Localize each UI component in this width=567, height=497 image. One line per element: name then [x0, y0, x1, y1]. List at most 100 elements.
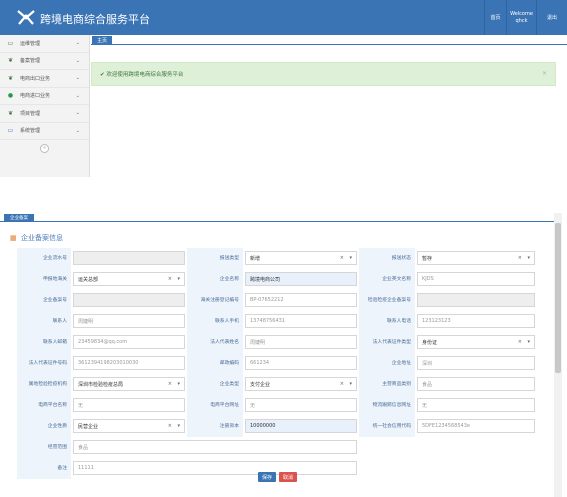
- filing-no-input[interactable]: [73, 293, 185, 307]
- credit-code-input[interactable]: 5DFE1234568543e: [417, 419, 535, 433]
- field-label: 企业性质: [17, 416, 71, 437]
- clear-icon[interactable]: ×: [340, 381, 344, 387]
- sidebar-item-label: 系统管理: [20, 128, 41, 135]
- clear-icon[interactable]: ×: [518, 255, 522, 261]
- sidebar-item-import[interactable]: ● 电商进口业务 ⌄: [0, 88, 89, 105]
- grid-icon: ▦: [10, 233, 17, 242]
- form-row: 企业流水号 报送类型 新增 × ▾ 报送状态 暂存 × ▾: [17, 248, 548, 269]
- legal-rep-name-input[interactable]: 周婕明: [245, 335, 357, 349]
- id-type-select[interactable]: 身份证 × ▾: [417, 335, 535, 349]
- tab-home[interactable]: 主页: [92, 36, 112, 45]
- contact-mobile-input[interactable]: 13748756431: [245, 314, 357, 328]
- platform-url-input[interactable]: 无: [245, 398, 357, 412]
- form-row: 经营范围 食品: [17, 437, 548, 458]
- sidebar-item-label: 电商进口业务: [20, 93, 51, 100]
- logout-label: 退出: [546, 15, 557, 21]
- chevron-down-icon: ▾: [177, 276, 180, 282]
- chevron-down-icon: ▾: [349, 381, 352, 387]
- customs-select[interactable]: 运关总部 × ▾: [73, 272, 185, 286]
- sidebar-item-system[interactable]: ▭ 系统管理 ⌄: [0, 123, 89, 140]
- select-value: 支付企业: [250, 381, 271, 388]
- logo-icon: [17, 10, 35, 25]
- tab-bar: 主页: [91, 35, 567, 45]
- form-row: 属地检验检疫机构 深圳市检验检疫总局 × ▾ 企业类型 支付企业 × ▾ 主营商品类…: [17, 374, 548, 395]
- field-label: 联系人邮箱: [17, 332, 71, 353]
- logout-button[interactable]: 退出: [536, 0, 567, 35]
- form-row: 企业备案号 海关注册登记编号 BP-07652212 检验检疫企业备案号: [17, 290, 548, 311]
- clear-icon[interactable]: ×: [340, 255, 344, 261]
- business-scope-input[interactable]: 食品: [73, 440, 357, 454]
- clear-icon[interactable]: ×: [168, 276, 172, 282]
- inspection-agency-select[interactable]: 深圳市检验检疫总局 × ▾: [73, 377, 185, 391]
- field-label: 法人代表证件类型: [359, 332, 415, 353]
- report-status-select[interactable]: 暂存 × ▾: [417, 251, 535, 265]
- clear-icon[interactable]: ×: [168, 423, 172, 429]
- company-type-select[interactable]: 支付企业 × ▾: [245, 377, 357, 391]
- platform-name-input[interactable]: 无: [73, 398, 185, 412]
- circle-icon: ●: [7, 92, 14, 100]
- logistics-url-input[interactable]: 无: [417, 398, 535, 412]
- home-button[interactable]: 首页: [484, 0, 506, 35]
- clear-icon[interactable]: ×: [518, 339, 522, 345]
- app-title: 跨境电商综合服务平台: [40, 13, 150, 26]
- field-label: 物流跟踪信息网址: [359, 395, 415, 416]
- select-value: 运关总部: [78, 276, 99, 283]
- company-address-input[interactable]: 深圳: [417, 356, 535, 370]
- customs-registration-input[interactable]: BP-07652212: [245, 293, 357, 307]
- form-row: 企业性质 民营企业 × ▾ 注册资本 10000000 统一社会信用代码 5DFE…: [17, 416, 548, 437]
- close-icon[interactable]: ×: [542, 70, 547, 77]
- inspection-filing-no-input[interactable]: [417, 293, 535, 307]
- field-label: 属地检验检疫机构: [17, 374, 71, 395]
- field-label: 统一社会信用代码: [359, 416, 415, 437]
- registered-capital-input[interactable]: 10000000: [245, 419, 357, 433]
- report-type-select[interactable]: 新增 × ▾: [245, 251, 357, 265]
- section-title: ▦ 企业备案信息: [10, 233, 63, 243]
- field-label: 电商平台网址: [187, 395, 243, 416]
- select-value: 身份证: [422, 339, 438, 346]
- double-chevron-left-icon: «: [40, 143, 49, 153]
- leaf-icon: ❦: [7, 74, 14, 82]
- monitor-icon: ▭: [7, 39, 14, 47]
- contact-phone-input[interactable]: 123123123: [417, 314, 535, 328]
- sidebar-item-label: 项目管理: [20, 110, 41, 117]
- save-button[interactable]: 保存: [258, 472, 277, 482]
- serial-no-input[interactable]: [73, 251, 185, 265]
- sidebar-item-filing[interactable]: ❦ 备案管理 ⌄: [0, 53, 89, 70]
- cancel-button[interactable]: 取消: [279, 472, 298, 482]
- select-value: 新增: [250, 255, 261, 262]
- tab-enterprise-filing[interactable]: 企业备案: [4, 214, 34, 221]
- sidebar-collapse-button[interactable]: «: [38, 143, 52, 153]
- sidebar-item-ops[interactable]: ▭ 运维管理 ⌄: [0, 35, 89, 53]
- clear-icon[interactable]: ×: [168, 381, 172, 387]
- remarks-input[interactable]: 11111: [73, 461, 357, 475]
- id-number-input[interactable]: 36123941982030100​30: [73, 356, 185, 370]
- field-label: 企业流水号: [17, 248, 71, 269]
- field-label: 企业名称: [187, 269, 243, 290]
- monitor-icon: ▭: [7, 127, 14, 135]
- company-nature-select[interactable]: 民营企业 × ▾: [73, 419, 185, 433]
- divider: [0, 221, 556, 222]
- contact-name-input[interactable]: 周婕明: [73, 314, 185, 328]
- chevron-down-icon: ⌄: [75, 110, 80, 116]
- field-label: 报送状态: [359, 248, 415, 269]
- form-row: 申报地海关 运关总部 × ▾ 企业名称 跨境电商公司 企业英文名称 KJDS: [17, 269, 548, 290]
- scrollbar-thumb[interactable]: [555, 223, 561, 373]
- chevron-down-icon: ▾: [177, 381, 180, 387]
- chevron-down-icon: ▾: [349, 255, 352, 261]
- chevron-down-icon: ⌄: [75, 92, 80, 99]
- field-label: 备注: [17, 458, 71, 479]
- sidebar-item-project[interactable]: ❦ 项目管理 ⌄: [0, 105, 89, 123]
- top-header: 跨境电商综合服务平台 首页 Welcome qhck 退出: [0, 0, 567, 35]
- welcome-label: Welcome: [510, 10, 533, 17]
- field-label: 企业备案号: [17, 290, 71, 311]
- company-english-name-input[interactable]: KJDS: [417, 272, 535, 286]
- sidebar-item-export[interactable]: ❦ 电商出口业务 ⌄: [0, 70, 89, 88]
- postal-code-input[interactable]: 661234: [245, 356, 357, 370]
- field-label: 企业地址: [359, 353, 415, 374]
- user-menu[interactable]: Welcome qhck: [506, 0, 536, 35]
- company-name-input[interactable]: 跨境电商公司: [245, 272, 357, 286]
- welcome-message: ✔ 欢迎使用跨境电商综合服务平台: [100, 72, 184, 78]
- main-goods-category-input[interactable]: 食品: [417, 377, 535, 391]
- field-label: 电商平台名称: [17, 395, 71, 416]
- contact-email-input[interactable]: 23459834@qq.com: [73, 335, 185, 349]
